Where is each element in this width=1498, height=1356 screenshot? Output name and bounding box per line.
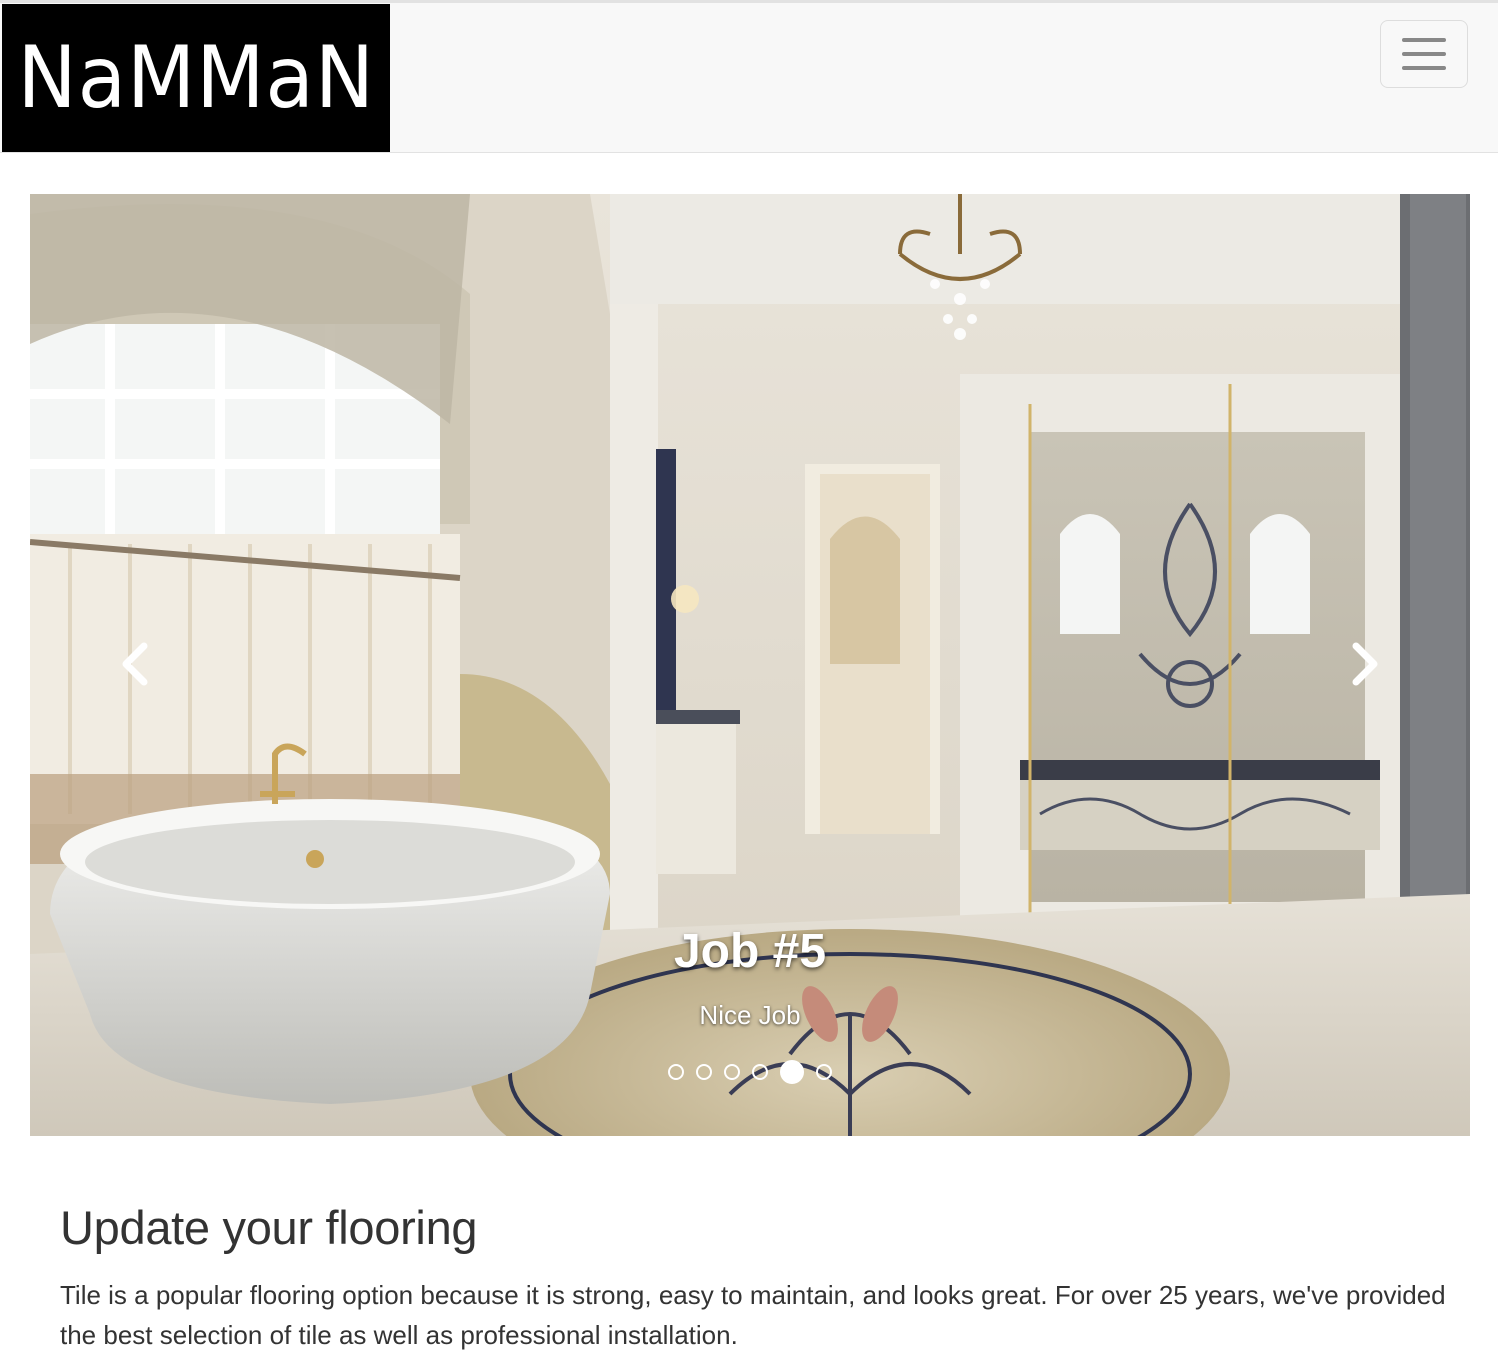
carousel-indicator-1[interactable] [668, 1064, 684, 1080]
section-paragraph: Tile is a popular flooring option becaus… [60, 1280, 1446, 1350]
carousel-indicator-2[interactable] [696, 1064, 712, 1080]
image-carousel: Job #5 Nice Job [30, 194, 1470, 1136]
brand-logo[interactable]: NaMMaN [2, 4, 390, 152]
hamburger-bar [1402, 52, 1446, 56]
carousel-next-button[interactable] [1334, 634, 1394, 694]
navbar: NaMMaN [0, 0, 1498, 153]
carousel-indicator-3[interactable] [724, 1064, 740, 1080]
carousel-indicator-5[interactable] [780, 1060, 804, 1084]
slide-title: Job #5 [673, 925, 827, 978]
carousel-indicator-4[interactable] [752, 1064, 768, 1080]
bathroom-slide-image [30, 194, 1470, 1136]
carousel-prev-button[interactable] [106, 634, 166, 694]
carousel-indicators [30, 1060, 1470, 1084]
chevron-left-icon [122, 642, 148, 686]
hamburger-menu-icon [1402, 38, 1446, 42]
hamburger-bar [1402, 66, 1446, 70]
navbar-toggle-button[interactable] [1380, 20, 1468, 88]
section-heading: Update your flooring [60, 1201, 478, 1254]
intro-section: Update your flooring Tile is a popular f… [60, 1200, 1450, 1355]
chevron-right-icon [1352, 642, 1378, 686]
slide-caption: Nice Job [699, 1000, 801, 1030]
carousel-indicator-6[interactable] [816, 1064, 832, 1080]
brand-name: NaMMaN [17, 28, 375, 128]
